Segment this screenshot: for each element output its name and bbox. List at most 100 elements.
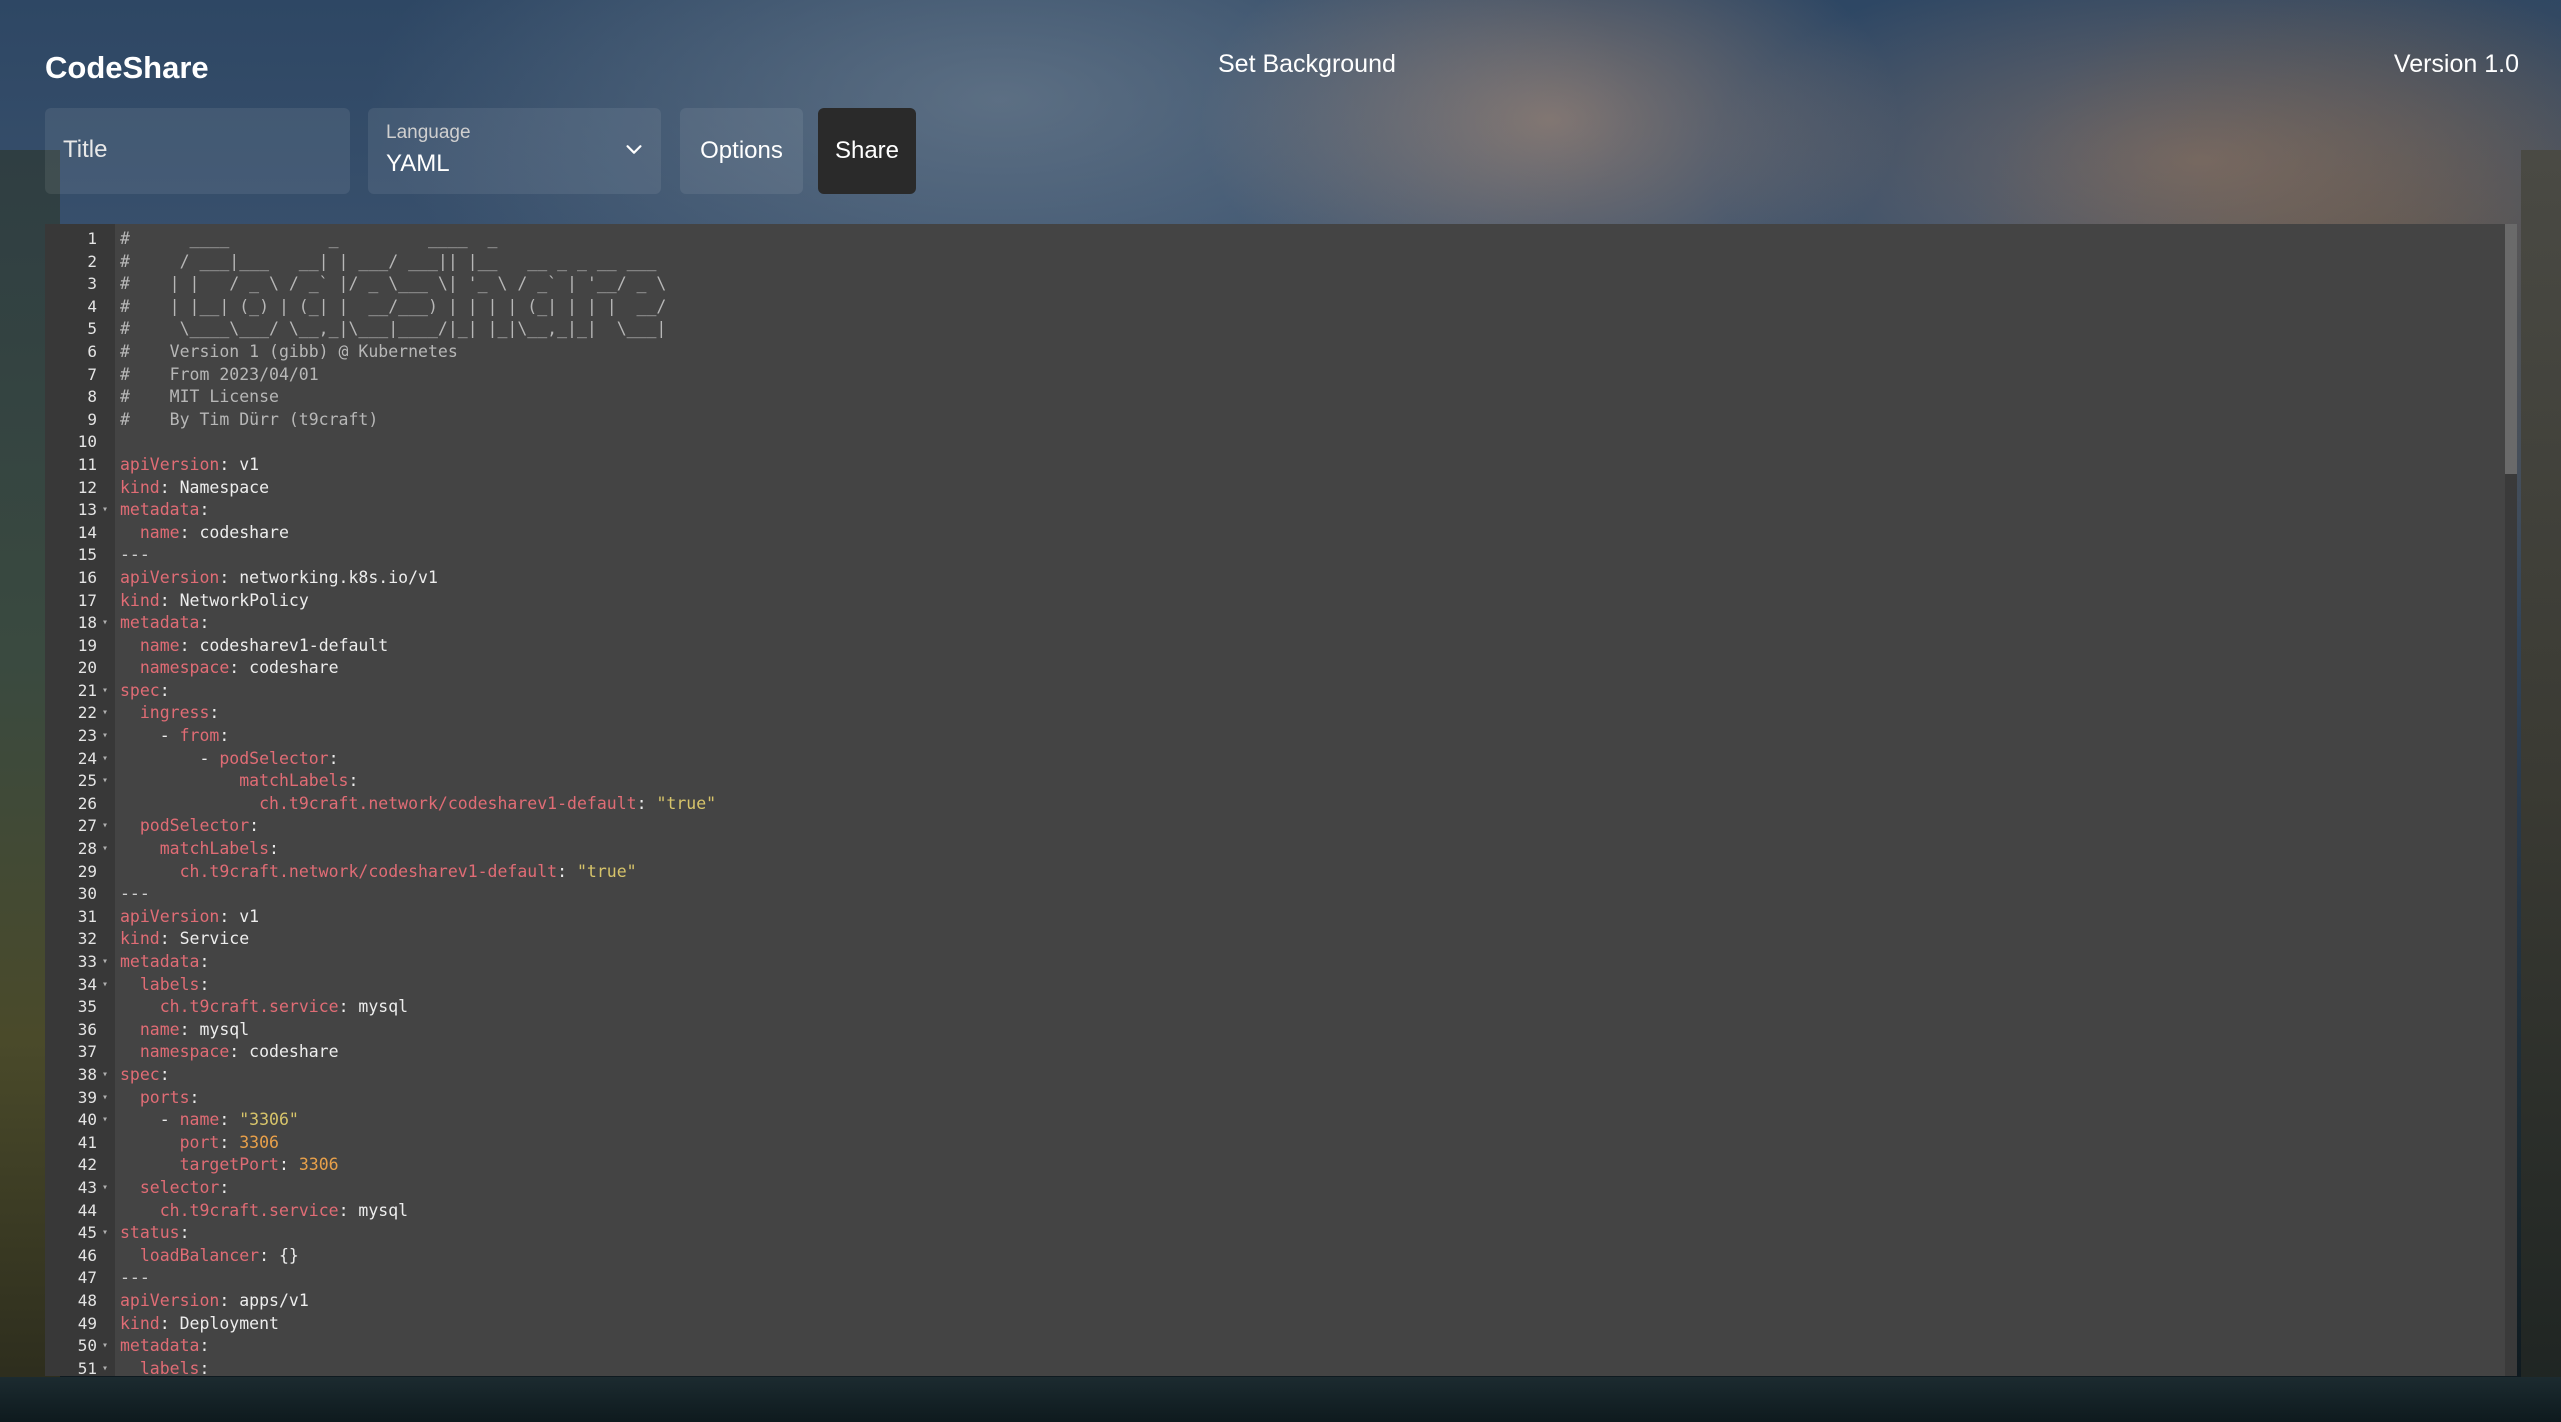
scrollbar-thumb[interactable] — [2505, 224, 2517, 474]
code-line[interactable]: 19 name: codesharev1-default — [45, 635, 2505, 658]
code-line[interactable]: 3 # | | / _ \ / _` |/ _ \___ \| '_ \ / _`… — [45, 273, 2505, 296]
fold-arrow-icon[interactable]: ▾ — [102, 1109, 108, 1132]
app-logo[interactable]: CodeShare — [45, 50, 209, 86]
code-line[interactable]: 27 ▾ podSelector: — [45, 815, 2505, 838]
line-number: 43 — [77, 1177, 97, 1197]
code-line[interactable]: 20 namespace: codeshare — [45, 657, 2505, 680]
code-token: : — [219, 726, 230, 746]
set-background-link[interactable]: Set Background — [1218, 50, 1396, 79]
fold-arrow-icon[interactable]: ▾ — [102, 499, 108, 522]
code-line[interactable]: 16 apiVersion: networking.k8s.io/v1 — [45, 567, 2505, 590]
code-line[interactable]: 47 --- — [45, 1267, 2505, 1290]
fold-arrow-icon[interactable]: ▾ — [102, 680, 108, 703]
code-line[interactable]: 25 ▾ matchLabels: — [45, 770, 2505, 793]
code-line[interactable]: 36 name: mysql — [45, 1019, 2505, 1042]
code-line[interactable]: 29 ch.t9craft.network/codesharev1-defaul… — [45, 861, 2505, 884]
background-ground — [0, 1377, 2561, 1422]
code-line[interactable]: 45 ▾ status: — [45, 1222, 2505, 1245]
code-token: ch.t9craft.service — [159, 1200, 339, 1220]
language-value: YAML — [386, 150, 450, 177]
code-line[interactable]: 34 ▾ labels: — [45, 974, 2505, 997]
code-line[interactable]: 35 ch.t9craft.service: mysql — [45, 996, 2505, 1019]
fold-arrow-icon[interactable]: ▾ — [102, 725, 108, 748]
code-line[interactable]: 8 # MIT License — [45, 386, 2505, 409]
code-line[interactable]: 43 ▾ selector: — [45, 1177, 2505, 1200]
code-line[interactable]: 2 # / ___|___ __| | ___/ ___|| |__ __ _ _… — [45, 251, 2505, 274]
code-line[interactable]: 4 # | |__| (_) | (_| | __/___) | | | | (_… — [45, 296, 2505, 319]
line-number: 41 — [77, 1132, 97, 1152]
options-button[interactable]: Options — [680, 108, 803, 194]
code-line[interactable]: 32 kind: Service — [45, 928, 2505, 951]
fold-arrow-icon[interactable]: ▾ — [102, 1087, 108, 1110]
code-line[interactable]: 51 ▾ labels: — [45, 1358, 2505, 1376]
code-line[interactable]: 12 kind: Namespace — [45, 477, 2505, 500]
code-token: # / ___|___ __| | ___/ ___|| |__ __ _ _ … — [120, 251, 657, 271]
share-button[interactable]: Share — [818, 108, 916, 194]
code-line[interactable]: 9 # By Tim Dürr (t9craft) — [45, 409, 2505, 432]
code-line[interactable]: 38 ▾ spec: — [45, 1064, 2505, 1087]
code-line[interactable]: 28 ▾ matchLabels: — [45, 838, 2505, 861]
code-line[interactable]: 23 ▾ - from: — [45, 725, 2505, 748]
code-line[interactable]: 26 ch.t9craft.network/codesharev1-defaul… — [45, 793, 2505, 816]
language-select[interactable]: Language YAML — [368, 108, 661, 194]
code-line[interactable]: 14 name: codeshare — [45, 522, 2505, 545]
fold-arrow-icon[interactable]: ▾ — [102, 770, 108, 793]
code-line[interactable]: 48 apiVersion: apps/v1 — [45, 1290, 2505, 1313]
line-number: 33 — [77, 952, 97, 971]
code-line[interactable]: 30 --- — [45, 883, 2505, 906]
fold-arrow-icon[interactable]: ▾ — [102, 1177, 108, 1200]
fold-arrow-icon[interactable]: ▾ — [102, 1222, 108, 1245]
code-text: matchLabels: — [120, 770, 358, 793]
code-line[interactable]: 37 namespace: codeshare — [45, 1041, 2505, 1064]
fold-arrow-icon[interactable]: ▾ — [102, 702, 108, 725]
code-line[interactable]: 22 ▾ ingress: — [45, 702, 2505, 725]
code-line[interactable]: 17 kind: NetworkPolicy — [45, 590, 2505, 613]
code-lines[interactable]: 1 # ____ _ ____ _ 2 # / ___|___ __| | ___/ … — [45, 228, 2505, 1376]
code-text: spec: — [120, 1064, 170, 1087]
code-line[interactable]: 42 targetPort: 3306 — [45, 1154, 2505, 1177]
code-line[interactable]: 44 ch.t9craft.service: mysql — [45, 1200, 2505, 1223]
code-line[interactable]: 39 ▾ ports: — [45, 1087, 2505, 1110]
fold-arrow-icon[interactable]: ▾ — [102, 974, 108, 997]
fold-arrow-icon[interactable]: ▾ — [102, 1358, 108, 1376]
fold-arrow-icon[interactable]: ▾ — [102, 748, 108, 771]
fold-arrow-icon[interactable]: ▾ — [102, 1064, 108, 1087]
title-input[interactable]: Title — [45, 108, 350, 194]
code-token: : Service — [159, 929, 250, 949]
code-line[interactable]: 6 # Version 1 (gibb) @ Kubernetes — [45, 341, 2505, 364]
code-line[interactable]: 24 ▾ - podSelector: — [45, 748, 2505, 771]
code-line[interactable]: 21 ▾ spec: — [45, 680, 2505, 703]
code-line[interactable]: 41 port: 3306 — [45, 1132, 2505, 1155]
code-line[interactable]: 33 ▾ metadata: — [45, 951, 2505, 974]
fold-arrow-icon[interactable]: ▾ — [102, 815, 108, 838]
line-number: 16 — [77, 567, 97, 587]
editor-scrollbar[interactable] — [2505, 224, 2517, 1376]
code-line[interactable]: 18 ▾ metadata: — [45, 612, 2505, 635]
code-line[interactable]: 15 --- — [45, 544, 2505, 567]
code-line[interactable]: 10 — [45, 431, 2505, 454]
code-token: # Version 1 (gibb) @ Kubernetes — [120, 341, 458, 361]
code-line[interactable]: 40 ▾ - name: "3306" — [45, 1109, 2505, 1132]
fold-arrow-icon[interactable]: ▾ — [102, 838, 108, 861]
code-line[interactable]: 46 loadBalancer: {} — [45, 1245, 2505, 1268]
line-number: 13 — [77, 500, 97, 520]
code-line[interactable]: 49 kind: Deployment — [45, 1313, 2505, 1336]
line-number: 31 — [77, 906, 97, 926]
code-token: : — [179, 1223, 190, 1243]
code-line[interactable]: 31 apiVersion: v1 — [45, 906, 2505, 929]
code-line[interactable]: 1 # ____ _ ____ _ — [45, 228, 2505, 251]
code-line[interactable]: 50 ▾ metadata: — [45, 1335, 2505, 1358]
chevron-down-icon — [626, 145, 642, 154]
fold-arrow-icon[interactable]: ▾ — [102, 1335, 108, 1358]
fold-arrow-icon[interactable]: ▾ — [102, 951, 108, 974]
code-line[interactable]: 7 # From 2023/04/01 — [45, 364, 2505, 387]
code-editor[interactable]: 1 # ____ _ ____ _ 2 # / ___|___ __| | ___/ … — [45, 224, 2517, 1376]
code-line[interactable]: 13 ▾ metadata: — [45, 499, 2505, 522]
code-line[interactable]: 11 apiVersion: v1 — [45, 454, 2505, 477]
code-line[interactable]: 5 # \____\___/ \__,_|\___|____/|_| |_|\__… — [45, 318, 2505, 341]
code-token: name — [139, 635, 180, 655]
fold-arrow-icon[interactable]: ▾ — [102, 612, 108, 635]
code-text: status: — [120, 1222, 190, 1245]
